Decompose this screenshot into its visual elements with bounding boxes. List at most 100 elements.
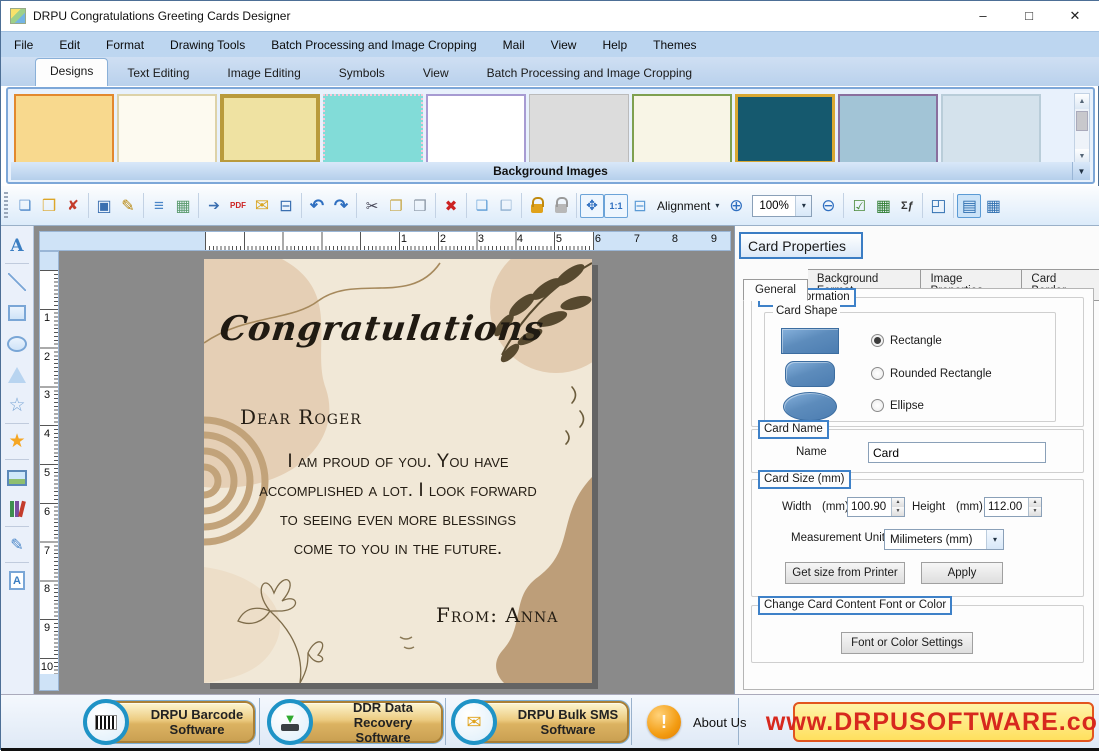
star-tool[interactable]: ☆: [2, 390, 32, 421]
card-title-text[interactable]: Congratulations: [218, 309, 547, 349]
image-tool[interactable]: [2, 462, 32, 493]
show-rulers-icon[interactable]: ▤: [957, 194, 981, 218]
formula-icon[interactable]: Σƒ: [895, 194, 919, 218]
redo-icon[interactable]: ↷: [329, 194, 353, 218]
card-name-input[interactable]: [868, 442, 1046, 463]
align-shapes-icon[interactable]: ⊟: [628, 194, 652, 218]
get-size-from-printer-button[interactable]: Get size from Printer: [785, 562, 905, 584]
undo-icon[interactable]: ↶: [305, 194, 329, 218]
card-body-text[interactable]: I am proud of you. You have accomplished…: [214, 447, 582, 563]
unlock-icon[interactable]: [549, 194, 573, 218]
data-recovery-icon[interactable]: ▼: [267, 699, 313, 745]
menu-batch-processing[interactable]: Batch Processing and Image Cropping: [258, 32, 489, 58]
print-icon[interactable]: ⊟: [274, 194, 298, 218]
alignment-dropdown[interactable]: Alignment ▾: [652, 199, 724, 213]
delete-object-icon[interactable]: ✖: [439, 194, 463, 218]
thumbnail-scrollbar[interactable]: ▲ ▼: [1074, 93, 1090, 165]
background-thumbnail[interactable]: [220, 94, 320, 164]
about-us-icon[interactable]: !: [647, 705, 681, 739]
apply-button[interactable]: Apply: [921, 562, 1003, 584]
zoom-level-combo[interactable]: 100% ▾: [752, 195, 812, 217]
scroll-track[interactable]: [1075, 109, 1089, 149]
font-or-color-settings-button[interactable]: Font or Color Settings: [841, 632, 973, 654]
paste-icon[interactable]: ❒: [408, 194, 432, 218]
background-thumbnail[interactable]: [14, 94, 114, 164]
ellipse-shape-preview[interactable]: [783, 392, 837, 421]
spin-down-icon[interactable]: ▼: [1029, 507, 1041, 516]
radio-rectangle[interactable]: Rectangle: [871, 334, 942, 347]
maximize-button[interactable]: □: [1006, 1, 1052, 30]
signature-tool[interactable]: ✎: [2, 529, 32, 560]
zoom-in-icon[interactable]: ⊕: [724, 194, 748, 218]
card-signature-text[interactable]: From: Anna: [436, 603, 558, 627]
email-icon[interactable]: ✉: [250, 194, 274, 218]
tab-view[interactable]: View: [404, 60, 468, 86]
save-as-icon[interactable]: ✎: [116, 194, 140, 218]
text-tool[interactable]: A: [2, 230, 32, 261]
data-checklist-icon[interactable]: ☑: [847, 194, 871, 218]
grid-icon[interactable]: ▦: [981, 194, 1005, 218]
copy-icon[interactable]: ❐: [384, 194, 408, 218]
height-spinner[interactable]: 112.00 ▲▼: [984, 497, 1042, 517]
spin-down-icon[interactable]: ▼: [892, 507, 904, 516]
tab-text-editing[interactable]: Text Editing: [108, 60, 208, 86]
insert-image-icon[interactable]: ▦: [171, 194, 195, 218]
zoom-out-icon[interactable]: ⊖: [816, 194, 840, 218]
barcode-icon[interactable]: [83, 699, 129, 745]
crop-icon[interactable]: ◰: [926, 194, 950, 218]
line-tool[interactable]: [2, 266, 32, 297]
width-spinner[interactable]: 100.90 ▲▼: [847, 497, 905, 517]
tab-general[interactable]: General: [743, 279, 808, 301]
greeting-card[interactable]: Congratulations Dear Roger I am proud of…: [204, 259, 592, 683]
tab-image-editing[interactable]: Image Editing: [208, 60, 319, 86]
menu-file[interactable]: File: [1, 32, 46, 58]
menu-format[interactable]: Format: [93, 32, 157, 58]
menu-drawing-tools[interactable]: Drawing Tools: [157, 32, 258, 58]
triangle-tool[interactable]: [2, 359, 32, 390]
export-image-icon[interactable]: ➔: [202, 194, 226, 218]
collapse-panel-icon[interactable]: ▼: [1072, 162, 1090, 180]
measurement-unit-dropdown[interactable]: Milimeters (mm) ▾: [884, 529, 1004, 550]
website-banner[interactable]: www.DRPUSOFTWARE.com: [793, 702, 1094, 742]
toolbar-drag-handle[interactable]: [4, 192, 8, 220]
background-thumbnail[interactable]: [632, 94, 732, 164]
menu-view[interactable]: View: [538, 32, 590, 58]
about-us-link[interactable]: About Us: [693, 695, 746, 749]
wordart-tool[interactable]: A: [2, 565, 32, 596]
spin-up-icon[interactable]: ▲: [892, 498, 904, 507]
minimize-button[interactable]: –: [960, 1, 1006, 30]
export-pdf-icon[interactable]: PDF: [226, 194, 250, 218]
background-thumbnail[interactable]: [735, 94, 835, 164]
rectangle-shape-preview[interactable]: [781, 328, 839, 354]
spin-up-icon[interactable]: ▲: [1029, 498, 1041, 507]
radio-rounded-rectangle[interactable]: Rounded Rectangle: [871, 367, 992, 380]
menu-mail[interactable]: Mail: [490, 32, 538, 58]
menu-edit[interactable]: Edit: [46, 32, 93, 58]
excel-export-icon[interactable]: ▦: [871, 194, 895, 218]
menu-themes[interactable]: Themes: [640, 32, 709, 58]
tab-symbols[interactable]: Symbols: [320, 60, 404, 86]
radio-ellipse[interactable]: Ellipse: [871, 399, 924, 412]
send-backward-icon[interactable]: ❑: [494, 194, 518, 218]
background-thumbnail[interactable]: [838, 94, 938, 164]
background-thumbnail[interactable]: [117, 94, 217, 164]
design-canvas[interactable]: 1 2 3 4 5 6 7 8 9 10 1 2 3 4 5 6 7 8 9 1…: [34, 226, 734, 694]
new-document-icon[interactable]: ❏: [13, 194, 37, 218]
rounded-rectangle-shape-preview[interactable]: [785, 361, 835, 387]
save-icon[interactable]: ▣: [92, 194, 116, 218]
background-thumbnail[interactable]: [426, 94, 526, 164]
tab-designs[interactable]: Designs: [35, 58, 108, 86]
clipart-tool[interactable]: [2, 493, 32, 524]
delete-design-icon[interactable]: ✘: [61, 194, 85, 218]
bring-forward-icon[interactable]: ❑: [470, 194, 494, 218]
scroll-up-icon[interactable]: ▲: [1075, 94, 1089, 109]
ellipse-tool[interactable]: [2, 328, 32, 359]
background-thumbnail[interactable]: [323, 94, 423, 164]
fit-page-icon[interactable]: ✥: [580, 194, 604, 218]
lock-icon[interactable]: [525, 194, 549, 218]
menu-help[interactable]: Help: [589, 32, 640, 58]
background-thumbnail[interactable]: [529, 94, 629, 164]
notes-icon[interactable]: ≡: [147, 194, 171, 218]
actual-size-icon[interactable]: 1:1: [604, 194, 628, 218]
rectangle-tool[interactable]: [2, 297, 32, 328]
